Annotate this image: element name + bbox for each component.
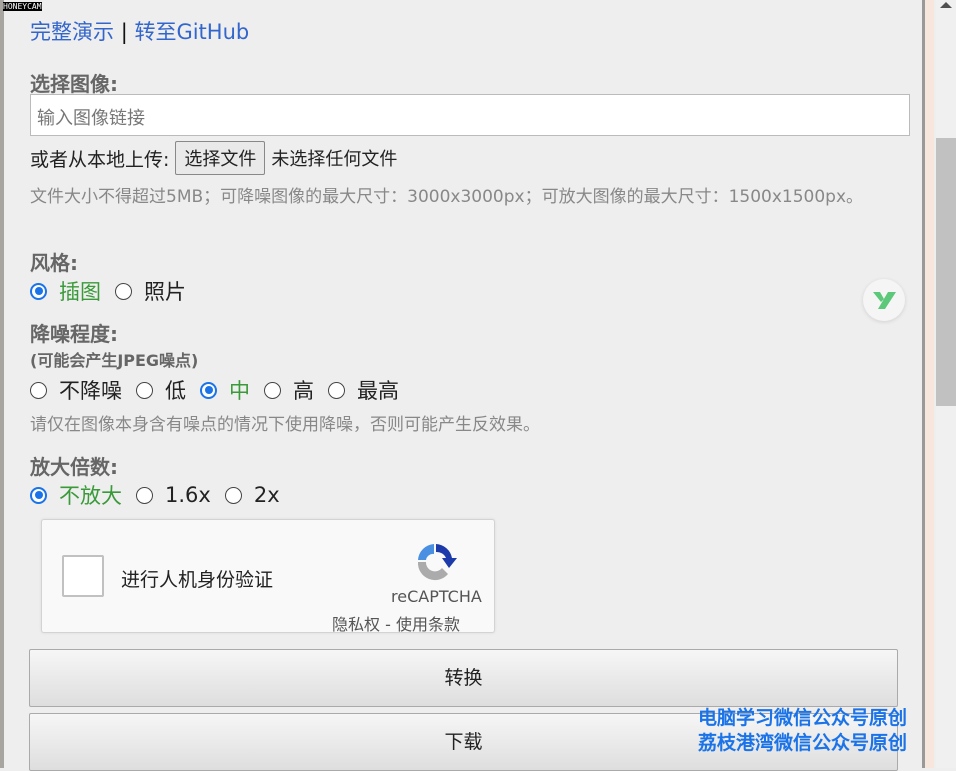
noise-option-label[interactable]: 不降噪	[59, 375, 122, 405]
recaptcha-widget: 进行人机身份验证 reCAPTCHA 隐私权 - 使用条款	[41, 519, 495, 635]
scale-radio-2x[interactable]	[224, 486, 242, 504]
upload-row: 或者从本地上传: 选择文件 未选择任何文件	[30, 141, 910, 175]
style-radio-photo[interactable]	[115, 282, 132, 300]
link-dash: -	[385, 615, 391, 634]
scale-label: 放大倍数:	[30, 455, 118, 479]
noise-option-label[interactable]: 最高	[357, 375, 399, 405]
scrollbar-thumb[interactable]	[936, 138, 956, 406]
noise-options: 不降噪 低 中 高 最高	[30, 375, 910, 405]
noise-sublabel: (可能会产生JPEG噪点)	[30, 351, 199, 370]
noise-radio-none[interactable]	[30, 381, 47, 399]
style-radio-illustration[interactable]	[30, 282, 47, 300]
recorder-watermark: HONEYCAM	[3, 2, 42, 11]
scale-radio-1-6x[interactable]	[136, 486, 153, 504]
scroll-up-arrow-icon[interactable]	[940, 2, 952, 8]
extension-logo-icon	[873, 292, 896, 309]
privacy-link[interactable]: 隐私权	[332, 615, 380, 634]
noise-option-label[interactable]: 中	[229, 375, 250, 405]
upload-label: 或者从本地上传:	[30, 148, 170, 171]
recaptcha-text: 进行人机身份验证	[121, 569, 274, 591]
recaptcha-logo-icon	[417, 544, 457, 581]
noise-radio-low[interactable]	[136, 381, 153, 399]
floating-extension-button[interactable]	[863, 279, 905, 321]
style-options: 插图 照片	[30, 276, 910, 306]
recaptcha-brand: reCAPTCHA	[391, 587, 482, 606]
scale-option-label[interactable]: 2x	[254, 483, 280, 507]
style-option-label[interactable]: 插图	[59, 276, 101, 306]
terms-link[interactable]: 使用条款	[396, 615, 460, 634]
window-left-edge	[0, 0, 4, 768]
style-option-label[interactable]: 照片	[144, 276, 186, 306]
scale-option-label[interactable]: 1.6x	[165, 483, 211, 507]
scale-option-label[interactable]: 不放大	[59, 480, 122, 510]
size-hint: 文件大小不得超过5MB；可降噪图像的最大尺寸：3000x3000px；可放大图像…	[30, 187, 864, 207]
recaptcha-checkbox[interactable]	[62, 555, 104, 597]
noise-radio-medium[interactable]	[200, 381, 217, 399]
noise-radio-highest[interactable]	[328, 381, 345, 399]
image-label: 选择图像:	[30, 72, 118, 96]
recaptcha-links: 隐私权 - 使用条款	[332, 611, 460, 635]
scale-options: 不放大 1.6x 2x	[30, 480, 910, 510]
background-strip	[925, 0, 934, 768]
noise-hint: 请仅在图像本身含有噪点的情况下使用降噪，否则可能产生反效果。	[30, 415, 540, 435]
noise-radio-high[interactable]	[264, 381, 281, 399]
overlay-caption-2: 荔枝港湾微信公众号原创	[698, 732, 908, 754]
convert-button[interactable]: 转换	[29, 649, 898, 707]
demo-link[interactable]: 完整演示	[30, 20, 114, 44]
link-separator: |	[120, 20, 128, 44]
image-url-input[interactable]: 输入图像链接	[30, 94, 910, 136]
file-status: 未选择任何文件	[271, 149, 398, 170]
noise-option-label[interactable]: 低	[165, 375, 186, 405]
noise-option-label[interactable]: 高	[293, 375, 314, 405]
overlay-caption-1: 电脑学习微信公众号原创	[698, 707, 908, 729]
style-label: 风格:	[30, 251, 78, 275]
github-link[interactable]: 转至GitHub	[134, 20, 249, 44]
noise-label: 降噪程度:	[30, 322, 118, 346]
choose-file-button[interactable]: 选择文件	[175, 141, 266, 175]
scale-radio-none[interactable]	[30, 486, 47, 504]
top-links: 完整演示 | 转至GitHub	[30, 16, 910, 46]
